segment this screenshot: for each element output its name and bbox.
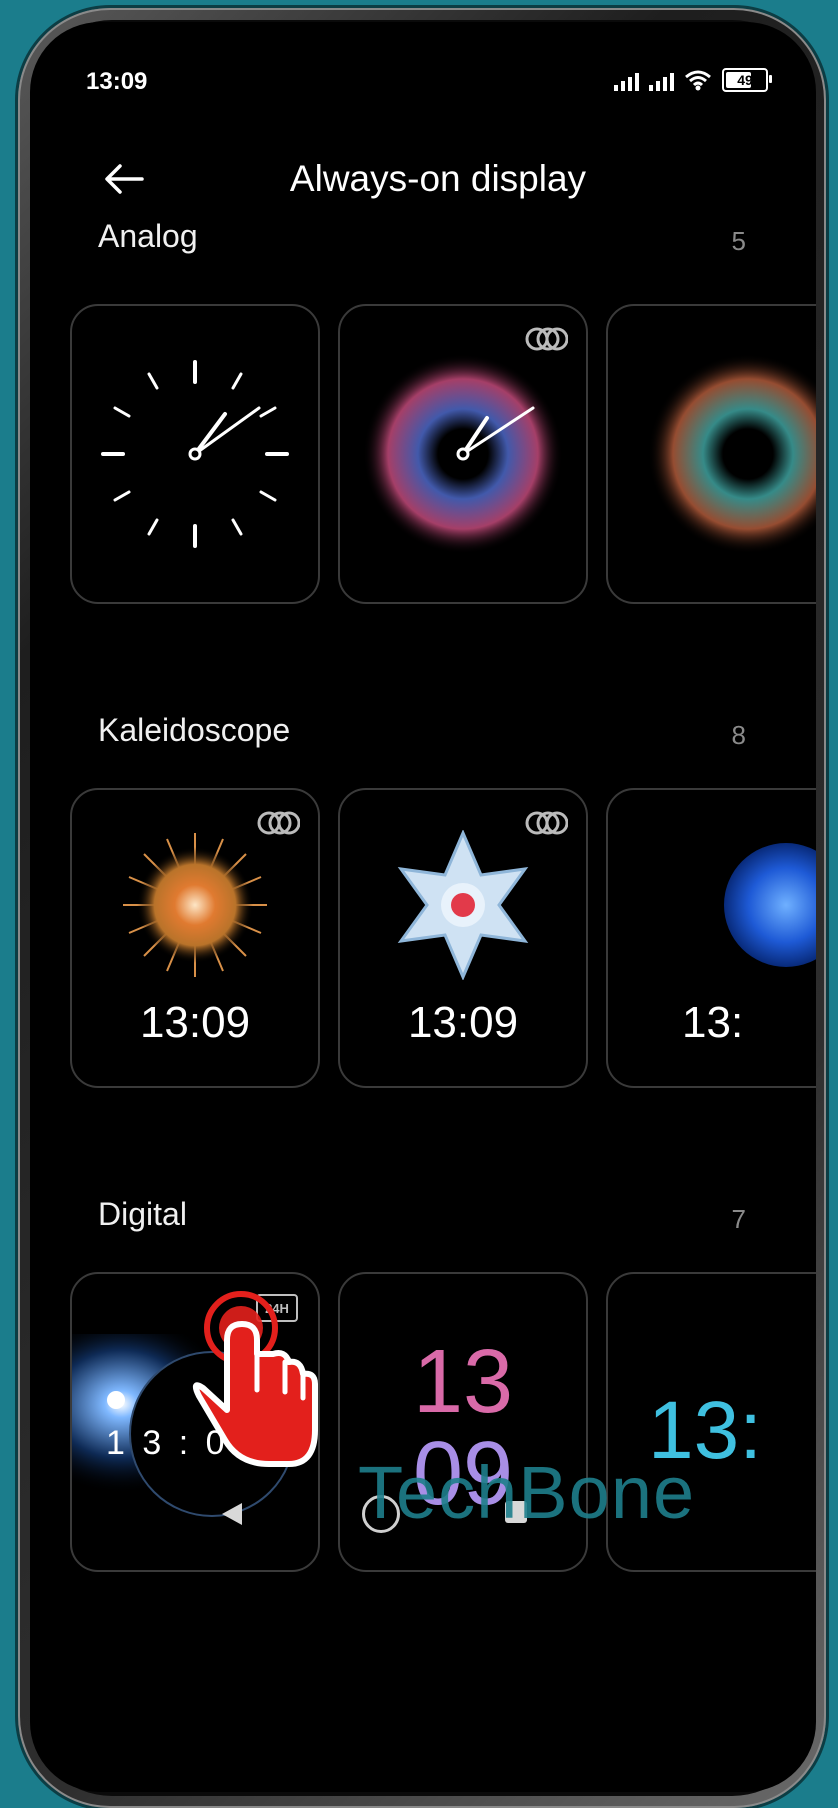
analog-watchface-card[interactable]: [338, 304, 588, 604]
status-icons: 49: [614, 68, 772, 92]
watchface-time: 13:09: [139, 998, 251, 1047]
analog-clock-icon: [101, 360, 289, 548]
analog-row: [70, 304, 816, 604]
section-count: 7: [731, 1204, 746, 1234]
watchface-hour: 13: [412, 1332, 514, 1432]
watchface-time: 13:: [682, 998, 744, 1047]
wifi-icon: [685, 70, 711, 91]
kaleidoscope-snowflake-icon: [397, 830, 529, 980]
section-header-kaleidoscope: Kaleidoscope 8: [30, 712, 816, 762]
watermark: TechBone: [358, 1451, 696, 1534]
kaleidoscope-row: 13:09 13:09 13:: [70, 788, 816, 1088]
status-time: 13:09: [86, 68, 148, 95]
page-title: Always-on display: [289, 158, 587, 199]
battery-level: 49: [737, 72, 753, 88]
analog-watchface-card[interactable]: [606, 304, 816, 604]
analog-watchface-card[interactable]: [70, 304, 320, 604]
watchface-time: 13:09: [407, 998, 519, 1047]
kaleidoscope-watchface-card[interactable]: 13:09: [70, 788, 320, 1088]
signal-icon: [649, 69, 674, 91]
toggle-icon: [525, 327, 568, 351]
kaleidoscope-watchface-card[interactable]: 13:: [606, 788, 816, 1088]
kaleidoscope-watchface-card[interactable]: 13:09: [338, 788, 588, 1088]
section-title: Analog: [98, 218, 198, 254]
section-title: Kaleidoscope: [98, 712, 291, 748]
dot-spiral-clock-icon: [648, 354, 816, 554]
signal-icon: [614, 69, 639, 91]
battery-icon: 49: [722, 68, 772, 92]
status-bar: 13:09 49: [30, 62, 816, 102]
section-count: 5: [731, 226, 746, 256]
header: Always-on display: [30, 140, 816, 220]
kaleidoscope-blue-icon: [724, 843, 816, 967]
section-header-digital: Digital 7: [30, 1196, 816, 1246]
back-triangle-icon[interactable]: [220, 1501, 244, 1527]
kaleidoscope-flower-icon: [123, 833, 267, 977]
section-title: Digital: [98, 1196, 187, 1232]
section-header-analog: Analog 5: [30, 218, 816, 268]
tap-hand-icon: [192, 1291, 318, 1467]
section-count: 8: [731, 720, 746, 750]
